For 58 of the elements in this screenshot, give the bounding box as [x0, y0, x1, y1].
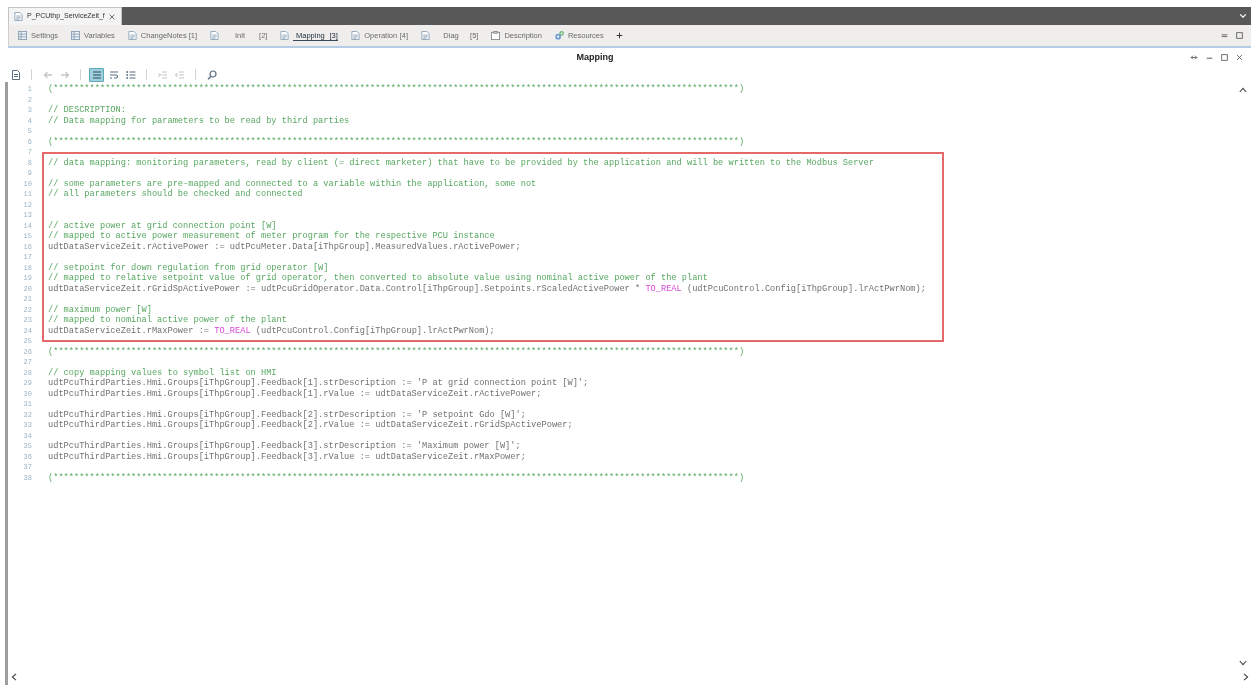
code-line: udtDataServiceZeit.rGridSpActivePower := udtPcuGridOperator.Data.Control[iThpGroup].Setpoints.rScaledActivePower * TO_REAL (udtPcuControl.Config[iThpGroup].lrActPwrNom); — [48, 283, 926, 294]
chevron-down-icon[interactable] — [1239, 12, 1247, 20]
code-line: // copy mapping values to symbol list on HMI — [48, 367, 277, 378]
document-icon — [421, 31, 431, 40]
panel-title: Mapping — [576, 52, 614, 63]
code-line: (************************************************************************************************************************************) — [48, 84, 745, 95]
toolbar-button[interactable] — [89, 67, 104, 82]
close-icon[interactable] — [1236, 54, 1243, 61]
bullet-list-icon — [125, 69, 136, 80]
code-line: // setpoint for down regulation from grid operator [W] — [48, 262, 329, 273]
arrow-left-icon — [42, 69, 53, 80]
arrow-right-icon — [59, 69, 70, 80]
maximize-icon[interactable] — [1236, 32, 1243, 39]
code-line: udtPcuThirdParties.Hmi.Groups[iThpGroup].Feedback[3].strDescription := 'Maximum power [W]'; — [48, 441, 521, 452]
scroll-down-icon[interactable] — [1238, 660, 1247, 666]
outdent-icon — [174, 69, 185, 80]
document-icon — [210, 31, 220, 40]
table-icon — [18, 31, 27, 40]
code-line: (************************************************************************************************************************************) — [48, 346, 745, 357]
table-icon — [71, 31, 81, 40]
code-line: udtDataServiceZeit.rActivePower := udtPcuMeter.Data[iThpGroup].MeasuredValues.rActivePower; — [48, 241, 521, 252]
code-line: // DESCRIPTION: — [48, 105, 126, 116]
minimize-icon[interactable] — [1221, 32, 1228, 39]
double-arrow-icon[interactable] — [1190, 54, 1198, 61]
code-line: // mapped to active power measurement of meter program for the respective PCU instance — [48, 231, 495, 242]
code-line: // all parameters should be checked and connected — [48, 189, 303, 200]
code-line: // mapped to nominal active power of the plant — [48, 315, 287, 326]
gears-icon — [554, 31, 564, 40]
close-icon[interactable] — [108, 13, 115, 20]
code-line: (************************************************************************************************************************************) — [48, 472, 745, 483]
document-icon — [350, 31, 360, 40]
file-icon — [14, 12, 23, 21]
code-line: // Data mapping for parameters to be read by third parties — [48, 115, 350, 126]
add-icon[interactable] — [615, 32, 623, 39]
clipboard-icon — [491, 31, 501, 40]
maximize-icon[interactable] — [1221, 54, 1228, 61]
wrap-lines-icon — [108, 69, 119, 80]
scroll-up-icon[interactable] — [1238, 87, 1247, 93]
scroll-left-icon[interactable] — [11, 673, 17, 681]
code-line: (************************************************************************************************************************************) — [48, 136, 745, 147]
code-line: udtPcuThirdParties.Hmi.Groups[iThpGroup].Feedback[1].rValue := udtDataServiceZeit.rActivePower; — [48, 388, 542, 399]
document-icon — [127, 31, 137, 40]
list-icon — [91, 69, 102, 80]
code-line: udtDataServiceZeit.rMaxPower := TO_REAL (udtPcuControl.Config[iThpGroup].lrActPwrNom); — [48, 325, 495, 336]
code-line: // some parameters are pre-mapped and connected to a variable within the application, some not — [48, 178, 537, 189]
code-line: udtPcuThirdParties.Hmi.Groups[iThpGroup].Feedback[2].rValue := udtDataServiceZeit.rGridSpActivePower; — [48, 420, 573, 431]
code-line: udtPcuThirdParties.Hmi.Groups[iThpGroup].Feedback[3].rValue := udtDataServiceZeit.rMaxPower; — [48, 451, 526, 462]
search-icon — [206, 69, 217, 80]
code-line: // maximum power [W] — [48, 304, 152, 315]
code-line: udtPcuThirdParties.Hmi.Groups[iThpGroup].Feedback[2].strDescription := 'P setpoint Gdo [W]'; — [48, 409, 526, 420]
scroll-right-icon[interactable] — [1243, 673, 1249, 681]
code-line: // data mapping: monitoring parameters, read by client (= direct marketer) that have to be provided by the application and will be written to the Modbus Server — [48, 157, 874, 168]
indent-icon — [157, 69, 168, 80]
code-line: // mapped to relative setpoint value of grid operator, then converted to absolute value using nominal active power of the plant — [48, 273, 708, 284]
document-icon — [280, 31, 290, 40]
code-line: // active power at grid connection point [W] — [48, 220, 277, 231]
page-icon — [10, 69, 21, 80]
code-line: udtPcuThirdParties.Hmi.Groups[iThpGroup].Feedback[1].strDescription := 'P at grid connection point [W]'; — [48, 378, 589, 389]
